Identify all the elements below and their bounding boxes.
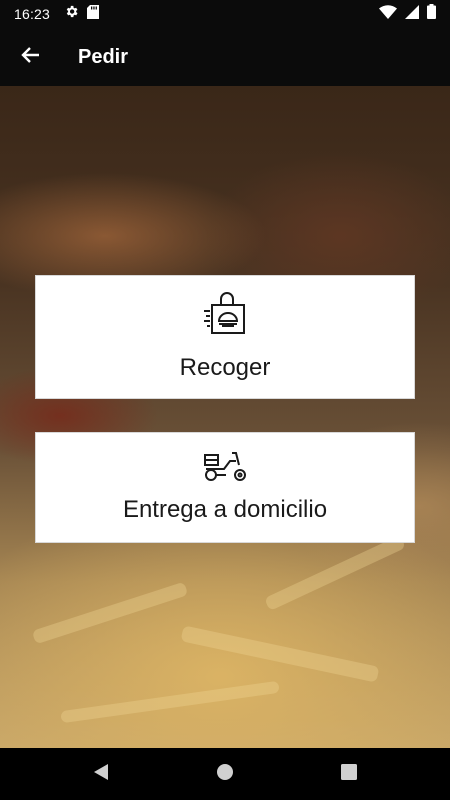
status-time: 16:23 [14,6,51,22]
navigation-bar [0,748,450,800]
background-decoration [264,534,406,612]
background-decoration [180,625,380,683]
pickup-option-label: Recoger [179,354,271,381]
background-decoration [60,680,280,724]
battery-icon [427,4,436,24]
app-bar: Pedir [0,28,450,86]
recents-square-icon [341,763,357,785]
status-bar: 16:23 [0,0,450,28]
delivery-option-card[interactable]: Entrega a domicilio [35,432,415,543]
food-background [0,86,450,748]
nav-recents-button[interactable] [337,762,361,786]
back-triangle-icon [93,763,109,786]
pickup-option-card[interactable]: Recoger [35,275,415,399]
back-button[interactable] [0,28,62,86]
status-right-icons [379,4,436,24]
wifi-icon [379,4,397,24]
delivery-option-label: Entrega a domicilio [122,496,328,523]
nav-back-button[interactable] [89,762,113,786]
cell-signal-icon [405,4,419,24]
arrow-left-icon [21,45,41,70]
status-left-icons [64,4,100,24]
sd-card-icon [87,4,100,24]
home-circle-icon [216,763,234,786]
delivery-scooter-icon [202,449,248,488]
background-decoration [31,581,189,645]
page-title: Pedir [78,45,129,68]
takeaway-bag-icon [202,291,248,342]
nav-home-button[interactable] [213,762,237,786]
gear-icon [64,4,79,24]
